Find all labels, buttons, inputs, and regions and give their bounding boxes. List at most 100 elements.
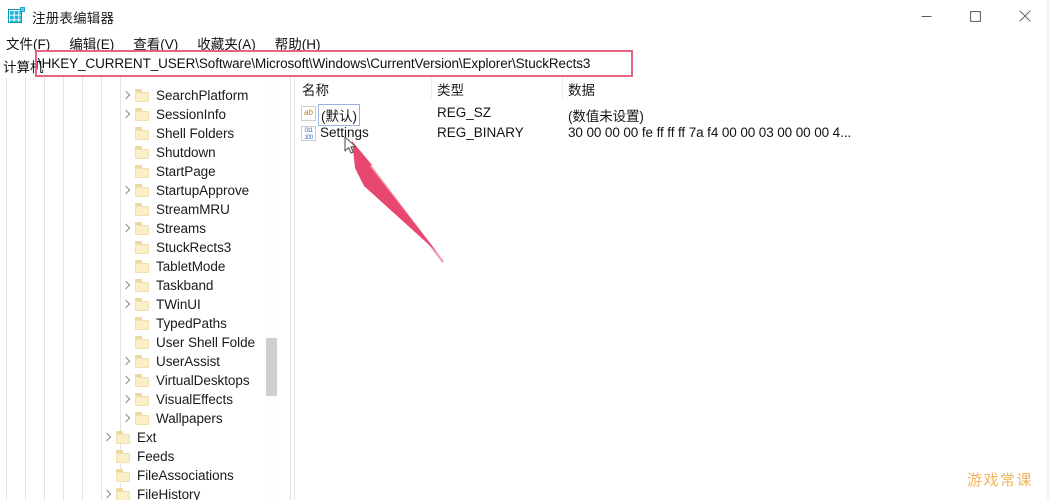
chevron-right-icon[interactable] — [100, 485, 115, 500]
tree-item-label: Streams — [156, 221, 206, 237]
pane-splitter[interactable] — [290, 77, 295, 500]
folder-icon — [115, 488, 132, 500]
value-type: REG_SZ — [437, 105, 492, 120]
tree-item-label: Wallpapers — [156, 411, 223, 427]
column-header[interactable]: 类型 — [437, 79, 464, 99]
tree-item[interactable]: FileHistory — [100, 485, 200, 500]
column-header[interactable]: 名称 — [302, 79, 329, 99]
tree-item[interactable]: TWinUI — [119, 295, 201, 315]
tree-item[interactable]: StartPage — [119, 162, 216, 182]
tree-item-label: SearchPlatform — [156, 88, 249, 104]
address-path-text[interactable]: \HKEY_CURRENT_USER\Software\Microsoft\Wi… — [38, 56, 590, 71]
column-header[interactable]: 数据 — [568, 79, 595, 99]
tree-item[interactable]: StuckRects3 — [119, 238, 231, 258]
tree-item-label: TabletMode — [156, 259, 226, 275]
menu-item-5[interactable]: 帮助(H) — [275, 33, 321, 53]
folder-icon — [134, 108, 151, 122]
chevron-right-icon[interactable] — [119, 295, 134, 314]
tree-item[interactable]: Shutdown — [119, 143, 216, 163]
tree-vertical-scrollbar[interactable] — [265, 77, 278, 500]
tree-item[interactable]: FileAssociations — [100, 466, 234, 486]
tree-item[interactable]: SessionInfo — [119, 105, 226, 125]
chevron-right-icon[interactable] — [119, 371, 134, 390]
value-type: REG_BINARY — [437, 125, 524, 140]
tree-item-label: VisualEffects — [156, 392, 233, 408]
tree-item[interactable]: User Shell Folde — [119, 333, 255, 353]
registry-editor-icon — [8, 7, 25, 24]
tree-item[interactable]: UserAssist — [119, 352, 220, 372]
folder-icon — [134, 317, 151, 331]
tree-item[interactable]: Wallpapers — [119, 409, 223, 429]
chevron-right-icon[interactable] — [119, 352, 134, 371]
chevron-right-icon[interactable] — [119, 276, 134, 295]
menu-item-2[interactable]: 编辑(E) — [69, 33, 114, 53]
window-title: 注册表编辑器 — [32, 11, 115, 26]
menu-item-3[interactable]: 查看(V) — [133, 33, 178, 53]
tree-item[interactable]: Taskband — [119, 276, 213, 296]
tree-item-label: VirtualDesktops — [156, 373, 250, 389]
tree-item-label: TypedPaths — [156, 316, 227, 332]
folder-icon — [134, 203, 151, 217]
folder-icon — [134, 184, 151, 198]
folder-icon — [115, 469, 132, 483]
tree-item[interactable]: VirtualDesktops — [119, 371, 250, 391]
registry-values-pane[interactable]: 名称 类型 数据 ab (默认) REG_SZ (数值未设置) 011 100 Setting… — [296, 77, 1049, 500]
chevron-right-icon[interactable] — [100, 428, 115, 447]
tree-scrollbar-thumb[interactable] — [266, 338, 277, 396]
chevron-right-icon[interactable] — [119, 181, 134, 200]
chevron-right-icon[interactable] — [119, 390, 134, 409]
tree-item[interactable]: Feeds — [100, 447, 174, 467]
minimize-button[interactable] — [902, 0, 951, 32]
value-row[interactable]: ab (默认) REG_SZ (数值未设置) — [296, 104, 1049, 126]
tree-item[interactable]: Shell Folders — [119, 124, 234, 144]
folder-icon — [134, 298, 151, 312]
address-bar[interactable]: 计算机 \HKEY_CURRENT_USER\Software\Microsof… — [0, 54, 1049, 76]
tree-item-label: StartupApprove — [156, 183, 250, 199]
value-row[interactable]: 011 100 Settings REG_BINARY 30 00 00 00 fe … — [296, 124, 1049, 144]
close-button[interactable] — [1000, 0, 1049, 32]
watermark-text: 游戏常课 — [966, 472, 1033, 489]
tree-item-label: FileAssociations — [137, 468, 234, 484]
tree-item-label: Shutdown — [156, 145, 216, 161]
tree-item[interactable]: StartupApprove — [119, 181, 249, 201]
values-column-headers: 名称 类型 数据 — [296, 77, 1049, 99]
registry-editor-window: 注册表编辑器 文件(F) 编辑(E) 查看(V) 收藏夹(A) 帮助(H) 计算机 \H… — [0, 0, 1049, 500]
folder-icon — [134, 336, 151, 350]
tree-item-label: StuckRects3 — [156, 240, 232, 256]
tree-item[interactable]: Ext — [100, 428, 156, 448]
chevron-right-icon[interactable] — [119, 86, 134, 105]
chevron-right-icon[interactable] — [119, 219, 134, 238]
tree-item-label: Feeds — [137, 449, 175, 465]
maximize-button[interactable] — [951, 0, 1000, 32]
folder-icon — [134, 260, 151, 274]
tree-item[interactable]: StreamMRU — [119, 200, 230, 220]
folder-icon — [134, 127, 151, 141]
main-content: SearchPlatform SessionInfo Shell Folders Sh… — [0, 77, 1049, 500]
tree-item-label: Ext — [137, 430, 157, 446]
tree-item[interactable]: TabletMode — [119, 257, 225, 277]
folder-icon — [134, 146, 151, 160]
folder-icon — [134, 222, 151, 236]
tree-item[interactable]: Streams — [119, 219, 206, 239]
tree-item-label: FileHistory — [137, 487, 201, 500]
tree-item[interactable]: VisualEffects — [119, 390, 233, 410]
tree-item[interactable]: SearchPlatform — [119, 86, 248, 106]
tree-item[interactable]: TypedPaths — [119, 314, 227, 334]
folder-icon — [134, 393, 151, 407]
menu-item-4[interactable]: 收藏夹(A) — [197, 33, 256, 53]
folder-icon — [115, 431, 132, 445]
menu-item-1[interactable]: 文件(F) — [6, 33, 50, 53]
value-name[interactable]: (默认) — [318, 104, 360, 126]
tree-item-label: TWinUI — [156, 297, 201, 313]
folder-icon — [134, 412, 151, 426]
registry-tree-pane[interactable]: SearchPlatform SessionInfo Shell Folders Sh… — [0, 77, 290, 500]
value-name[interactable]: Settings — [320, 125, 369, 140]
chevron-right-icon[interactable] — [119, 409, 134, 428]
tree-item-label: Shell Folders — [156, 126, 235, 142]
chevron-right-icon[interactable] — [119, 105, 134, 124]
